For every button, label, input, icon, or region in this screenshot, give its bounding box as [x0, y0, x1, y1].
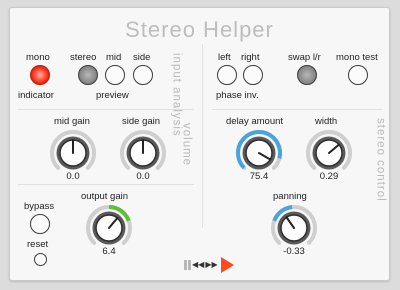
section-divider-volume — [18, 184, 194, 185]
preview-label: preview — [96, 90, 129, 101]
bypass-button[interactable] — [30, 214, 50, 234]
right-phase-invert-button[interactable] — [243, 65, 263, 85]
section-divider-right — [212, 109, 382, 110]
stereo-preview-label: stereo — [70, 52, 97, 63]
transport-controls: ◀◀ ▶▶ — [184, 256, 234, 274]
bypass-label: bypass — [24, 201, 55, 212]
mid-preview-button[interactable] — [105, 65, 125, 85]
mono-test-label: mono test — [336, 52, 378, 63]
mid-gain-label: mid gain — [54, 116, 90, 127]
indicator-label: indicator — [18, 90, 54, 101]
mid-preview-label: mid — [106, 52, 122, 63]
width-label: width — [315, 116, 338, 127]
section-divider-vertical — [202, 44, 203, 228]
section-label-volume: volume — [180, 123, 193, 167]
reset-label: reset — [27, 239, 49, 250]
output-gain-label: output gain — [81, 191, 129, 202]
delay-amount-label: delay amount — [226, 116, 284, 127]
side-preview-label: side — [133, 52, 151, 63]
width-value: 0.29 — [319, 171, 339, 182]
plugin-title: Stereo Helper — [125, 17, 274, 42]
play-icon[interactable] — [220, 257, 234, 273]
phase-inv-label: phase inv. — [216, 90, 259, 101]
panning-value: -0.33 — [283, 246, 305, 257]
right-phase-label: right — [241, 52, 260, 63]
section-divider-left — [18, 109, 194, 110]
swap-lr-button[interactable] — [297, 65, 317, 85]
stereo-preview-button[interactable] — [78, 65, 98, 85]
side-gain-value: 0.0 — [136, 171, 150, 182]
mono-indicator-led — [30, 65, 50, 85]
mid-gain-value: 0.0 — [66, 171, 80, 182]
mono-test-button[interactable] — [348, 65, 368, 85]
transport-bars-icon — [184, 260, 187, 270]
section-label-stereo-control: stereo control — [374, 118, 387, 202]
plugin-panel: Stereo Helper input analysis volume ster… — [9, 7, 390, 281]
rewind-icon[interactable]: ◀◀ — [192, 261, 204, 269]
transport-bars-icon — [188, 260, 191, 270]
left-phase-label: left — [218, 52, 231, 63]
side-gain-label: side gain — [122, 116, 161, 127]
forward-icon[interactable]: ▶▶ — [205, 261, 217, 269]
output-gain-value: 6.4 — [102, 246, 116, 257]
swap-lr-label: swap l/r — [288, 52, 321, 63]
mono-label: mono — [26, 52, 50, 63]
left-phase-invert-button[interactable] — [217, 65, 237, 85]
delay-amount-value: 75.4 — [249, 171, 269, 182]
panning-label: panning — [273, 191, 307, 202]
side-preview-button[interactable] — [133, 65, 153, 85]
reset-button[interactable] — [34, 253, 47, 266]
